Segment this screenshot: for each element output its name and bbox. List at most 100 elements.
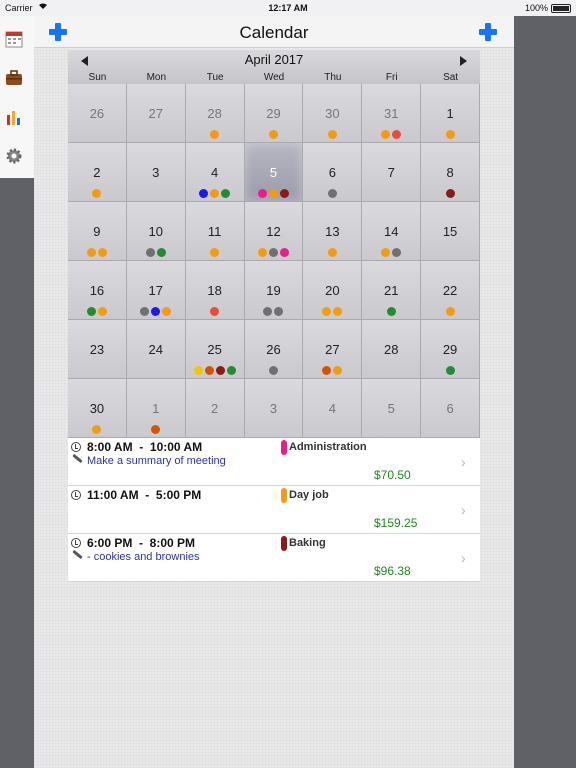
day-cell[interactable]: 5 bbox=[362, 379, 422, 438]
month-title: April 2017 bbox=[244, 52, 304, 67]
day-number: 30 bbox=[89, 401, 105, 416]
day-cell[interactable]: 12 bbox=[244, 202, 304, 261]
chevron-right-icon: › bbox=[461, 550, 466, 566]
day-cell[interactable]: 13 bbox=[303, 202, 363, 261]
event-dots bbox=[362, 248, 420, 257]
day-cell[interactable]: 18 bbox=[185, 261, 245, 320]
day-cell[interactable]: 28 bbox=[362, 320, 422, 379]
event-dot bbox=[210, 130, 220, 139]
day-cell[interactable]: 3 bbox=[126, 143, 186, 202]
event-dot bbox=[162, 307, 172, 316]
day-cell[interactable]: 2 bbox=[185, 379, 245, 438]
day-cell[interactable]: 2 bbox=[68, 143, 127, 202]
day-cell[interactable]: 14 bbox=[362, 202, 422, 261]
event-dot bbox=[445, 130, 455, 139]
day-cell[interactable]: 22 bbox=[421, 261, 480, 320]
day-cell[interactable]: 30 bbox=[68, 379, 127, 438]
day-number: 21 bbox=[383, 283, 399, 298]
day-cell[interactable]: 11 bbox=[185, 202, 245, 261]
event-dot bbox=[257, 189, 267, 198]
event-dot bbox=[268, 189, 278, 198]
event-dots bbox=[186, 130, 244, 139]
side-menu-item-reports[interactable] bbox=[5, 102, 35, 132]
event-dots bbox=[68, 248, 126, 257]
weekday-label: Fri bbox=[385, 72, 398, 83]
day-number: 2 bbox=[211, 401, 219, 416]
day-cell-selected[interactable]: 5 bbox=[244, 143, 304, 202]
status-time: 12:17 AM bbox=[268, 3, 308, 13]
chevron-right-icon: › bbox=[461, 502, 466, 518]
day-cell[interactable]: 4 bbox=[185, 143, 245, 202]
day-number: 13 bbox=[325, 224, 340, 239]
day-cell[interactable]: 27 bbox=[303, 320, 363, 379]
day-cell[interactable]: 24 bbox=[126, 320, 186, 379]
add-icon[interactable] bbox=[477, 21, 499, 43]
day-cell[interactable]: 19 bbox=[244, 261, 304, 320]
event-dots bbox=[127, 248, 185, 257]
side-menu-item-jobs[interactable] bbox=[5, 63, 35, 93]
event-list: 8:00 AM - 10:00 AM Make a summary of meet… bbox=[68, 438, 480, 582]
day-number: 22 bbox=[442, 283, 458, 298]
day-cell[interactable]: 15 bbox=[421, 202, 480, 261]
event-dot bbox=[263, 307, 273, 316]
day-cell[interactable]: 16 bbox=[68, 261, 127, 320]
day-cell[interactable]: 9 bbox=[68, 202, 127, 261]
day-cell[interactable]: 29 bbox=[244, 84, 304, 143]
calendar-header: April 2017 Sun Mon Tue Wed Thu Fri Sat bbox=[68, 50, 480, 84]
day-cell[interactable]: 27 bbox=[126, 84, 186, 143]
day-cell[interactable]: 26 bbox=[68, 84, 127, 143]
event-category: Baking bbox=[289, 537, 326, 549]
day-cell[interactable]: 31 bbox=[362, 84, 422, 143]
day-cell[interactable]: 8 bbox=[421, 143, 480, 202]
day-cell[interactable]: 20 bbox=[303, 261, 363, 320]
day-number: 1 bbox=[152, 401, 160, 416]
event-dots bbox=[245, 307, 303, 316]
event-dot bbox=[156, 248, 166, 257]
day-cell[interactable]: 1 bbox=[126, 379, 186, 438]
event-dot bbox=[215, 366, 225, 375]
event-dot bbox=[210, 307, 220, 316]
day-cell[interactable]: 21 bbox=[362, 261, 422, 320]
weekday-row: Sun Mon Tue Wed Thu Fri Sat bbox=[68, 72, 480, 84]
day-cell[interactable]: 17 bbox=[126, 261, 186, 320]
day-cell[interactable]: 10 bbox=[126, 202, 186, 261]
side-menu-item-settings[interactable] bbox=[5, 141, 35, 171]
event-dot bbox=[268, 130, 278, 139]
event-dot bbox=[279, 189, 289, 198]
event-dots bbox=[245, 130, 303, 139]
day-cell[interactable]: 6 bbox=[303, 143, 363, 202]
event-dot bbox=[204, 366, 214, 375]
day-cell[interactable]: 30 bbox=[303, 84, 363, 143]
day-number: 10 bbox=[148, 224, 163, 239]
event-time: 6:00 PM - 8:00 PM bbox=[87, 536, 196, 550]
side-menu-item-calendar[interactable] bbox=[5, 24, 35, 54]
day-cell[interactable]: 3 bbox=[244, 379, 304, 438]
event-dots bbox=[303, 130, 361, 139]
event-row[interactable]: 6:00 PM - 8:00 PM - cookies and brownies B… bbox=[68, 534, 480, 582]
event-dot bbox=[140, 307, 150, 316]
day-cell[interactable]: 7 bbox=[362, 143, 422, 202]
weekday-label: Sat bbox=[443, 72, 459, 83]
day-number: 1 bbox=[446, 106, 454, 121]
day-cell[interactable]: 26 bbox=[244, 320, 304, 379]
day-cell[interactable]: 29 bbox=[421, 320, 480, 379]
day-cell[interactable]: 4 bbox=[303, 379, 363, 438]
event-dots bbox=[186, 307, 244, 316]
chevron-right-icon[interactable] bbox=[460, 56, 467, 66]
day-number: 2 bbox=[93, 165, 101, 180]
event-dot bbox=[392, 248, 402, 257]
event-dots bbox=[245, 248, 303, 257]
day-cell[interactable]: 6 bbox=[421, 379, 480, 438]
day-cell[interactable]: 25 bbox=[185, 320, 245, 379]
day-cell[interactable]: 1 bbox=[421, 84, 480, 143]
event-dot bbox=[268, 366, 278, 375]
month-calendar: April 2017 Sun Mon Tue Wed Thu Fri Sat 26 27 28 2… bbox=[68, 50, 480, 454]
event-dot bbox=[151, 425, 161, 434]
day-cell[interactable]: 28 bbox=[185, 84, 245, 143]
event-row[interactable]: 11:00 AM - 5:00 PM Day job $159.25 › bbox=[68, 486, 480, 534]
event-row[interactable]: 8:00 AM - 10:00 AM Make a summary of meet… bbox=[68, 438, 480, 486]
day-number: 11 bbox=[207, 224, 222, 239]
event-dot bbox=[445, 307, 455, 316]
weekday-label: Wed bbox=[263, 72, 285, 83]
day-cell[interactable]: 23 bbox=[68, 320, 127, 379]
